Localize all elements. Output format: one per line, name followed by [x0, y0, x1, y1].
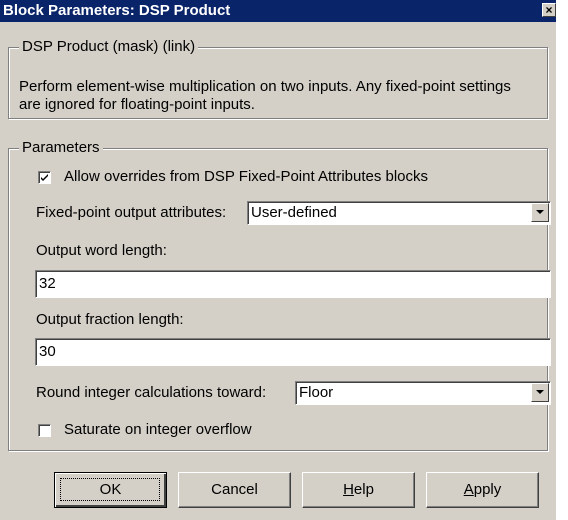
- help-label: Help: [343, 481, 374, 498]
- output-fraction-length-input[interactable]: 30: [35, 338, 551, 366]
- allow-overrides-label: Allow overrides from DSP Fixed-Point Att…: [64, 168, 429, 185]
- chevron-down-icon[interactable]: [531, 383, 549, 402]
- fixed-point-output-label: Fixed-point output attributes:: [36, 204, 227, 221]
- cancel-button[interactable]: Cancel: [178, 472, 291, 508]
- chevron-down-icon[interactable]: [531, 203, 549, 222]
- output-word-length-input[interactable]: 32: [35, 270, 551, 298]
- output-fraction-length-label: Output fraction length:: [36, 311, 184, 328]
- description-line-1: Perform element-wise multiplication on t…: [19, 78, 511, 95]
- output-fraction-length-value: 30: [39, 343, 56, 360]
- ok-label: OK: [99, 481, 122, 498]
- title-bar[interactable]: Block Parameters: DSP Product ×: [0, 0, 556, 22]
- round-integer-label: Round integer calculations toward:: [36, 384, 267, 401]
- close-icon[interactable]: ×: [542, 3, 556, 17]
- output-word-length-label: Output word length:: [36, 242, 167, 259]
- window-title: Block Parameters: DSP Product: [3, 2, 231, 19]
- parameters-legend: Parameters: [19, 139, 103, 157]
- allow-overrides-checkbox[interactable]: [38, 171, 51, 184]
- check-icon: [41, 174, 48, 181]
- round-integer-dropdown[interactable]: Floor: [295, 381, 551, 405]
- output-word-length-value: 32: [39, 275, 56, 292]
- dialog-window: Block Parameters: DSP Product × DSP Prod…: [0, 0, 556, 520]
- description-legend: DSP Product (mask) (link): [19, 38, 199, 56]
- fixed-point-output-value: User-defined: [251, 204, 337, 221]
- apply-label: Apply: [463, 481, 502, 498]
- saturate-checkbox[interactable]: [38, 424, 51, 437]
- saturate-label: Saturate on integer overflow: [64, 421, 252, 438]
- help-button[interactable]: Help: [302, 472, 415, 508]
- description-line-2: are ignored for floating-point inputs.: [19, 96, 255, 113]
- apply-button[interactable]: Apply: [426, 472, 539, 508]
- cancel-label: Cancel: [211, 481, 258, 498]
- ok-button[interactable]: OK: [54, 472, 167, 508]
- fixed-point-output-dropdown[interactable]: User-defined: [247, 201, 551, 225]
- parameters-group: Parameters: [8, 139, 548, 451]
- round-integer-value: Floor: [299, 384, 334, 401]
